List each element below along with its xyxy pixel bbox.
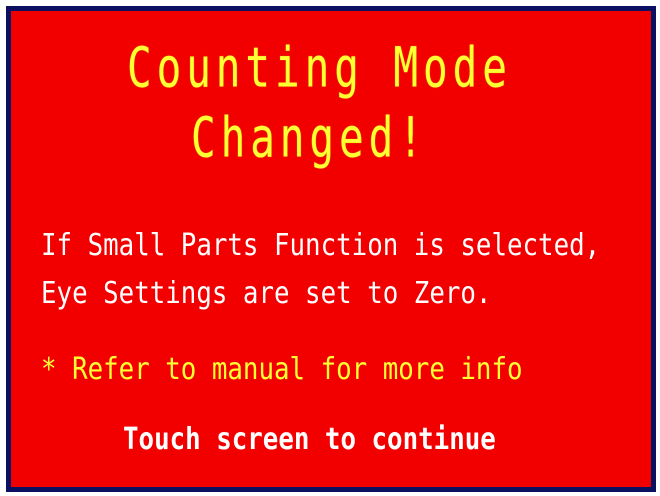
message-line-1: If Small Parts Function is selected,	[41, 228, 601, 263]
display-frame: Counting Mode Changed! If Small Parts Fu…	[0, 0, 660, 496]
dialog-title-line-1: Counting Mode	[127, 35, 512, 100]
continue-prompt[interactable]: Touch screen to continue	[123, 423, 496, 457]
touch-screen-dialog[interactable]: Counting Mode Changed! If Small Parts Fu…	[6, 6, 656, 492]
manual-note: * Refer to manual for more info	[41, 352, 523, 387]
message-line-2: Eye Settings are set to Zero.	[41, 276, 492, 311]
dialog-title-line-2: Changed!	[191, 105, 428, 170]
